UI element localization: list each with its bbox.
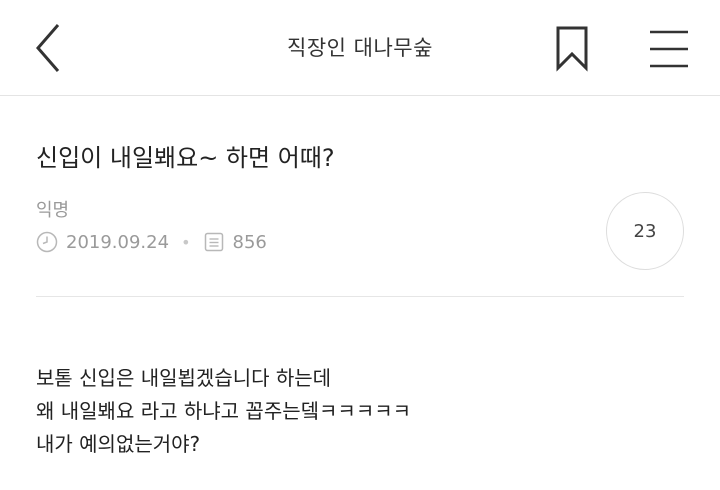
comment-count-button[interactable]: 23: [606, 192, 684, 270]
post-body-line: 보톧 신입은 내일뵙겠습니다 하는데: [36, 366, 332, 390]
app-header: 직장인 대나무숲: [0, 0, 720, 96]
post-author: 익명: [36, 200, 70, 221]
divider: [36, 296, 684, 297]
post-body-line: 내가 예의없는거야?: [36, 432, 201, 456]
hamburger-menu-icon: [650, 30, 688, 68]
menu-button[interactable]: [648, 28, 690, 70]
clock-icon: [36, 231, 58, 253]
post-title: 신입이 내일봬요~ 하면 어때?: [36, 144, 335, 172]
bookmark-button[interactable]: [552, 26, 592, 72]
post-date: 2019.09.24: [66, 231, 170, 253]
post-meta: 2019.09.24 • 856: [36, 229, 267, 255]
post-body-line: 왜 내일봬요 라고 하냐고 꼽주는뎈ㅋㅋㅋㅋㅋ: [36, 399, 412, 423]
document-icon: [204, 232, 223, 252]
bookmark-icon: [556, 26, 588, 72]
page-title: 직장인 대나무숲: [287, 36, 433, 60]
comment-count: 23: [633, 220, 657, 242]
meta-separator: •: [181, 232, 191, 252]
post-body: 보톧 신입은 내일뵙겠습니다 하는데 왜 내일봬요 라고 하냐고 꼽주는뎈ㅋㅋㅋ…: [36, 362, 684, 461]
view-count: 856: [232, 231, 267, 253]
